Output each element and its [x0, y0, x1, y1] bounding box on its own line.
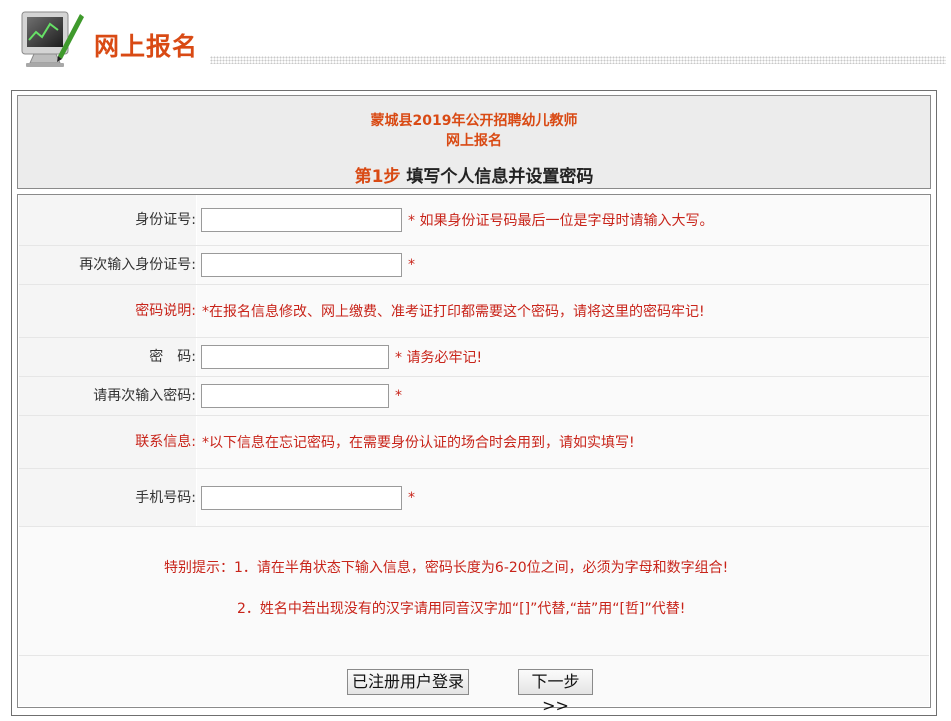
- notice-header: 蒙城县2019年公开招聘幼儿教师 网上报名 第1步 填写个人信息并设置密码: [17, 95, 931, 189]
- step-number: 第1步: [354, 167, 401, 187]
- row-id-confirm: 再次输入身份证号: *: [19, 246, 929, 285]
- phone-label: 手机号码:: [19, 469, 196, 526]
- phone-required: *: [408, 489, 415, 506]
- password-confirm-input[interactable]: [201, 384, 389, 408]
- id-number-input[interactable]: [201, 208, 402, 232]
- password-label: 密 码:: [19, 338, 196, 376]
- row-password-confirm: 请再次输入密码: *: [19, 377, 929, 416]
- monitor-chart-icon: [21, 11, 84, 67]
- id-confirm-input[interactable]: [201, 253, 402, 277]
- notice-line-1: 特别提示：1．请在半角状态下输入信息，密码长度为6-20位之间，必须为字母和数字…: [164, 560, 729, 576]
- password-description-label: 密码说明:: [19, 285, 196, 337]
- registration-form: 身份证号: * 如果身份证号码最后一位是字母时请输入大写。 再次输入身份证号: …: [17, 194, 931, 715]
- password-description-text: *在报名信息修改、网上缴费、准考证打印都需要这个密码，请将这里的密码牢记!: [202, 304, 705, 320]
- id-number-hint: * 如果身份证号码最后一位是字母时请输入大写。: [408, 213, 714, 229]
- registered-login-button[interactable]: 已注册用户登录: [347, 669, 469, 695]
- password-hint: * 请务必牢记!: [395, 350, 483, 366]
- notice-line-2: 2．姓名中若出现没有的汉字请用同音汉字加“[]”代替,“喆”用“[哲]”代替!: [237, 601, 686, 617]
- contact-info-label: 联系信息:: [19, 416, 196, 468]
- contact-info-text: *以下信息在忘记密码，在需要身份认证的场合时会用到，请如实填写!: [202, 435, 635, 451]
- row-contact-info: 联系信息: *以下信息在忘记密码，在需要身份认证的场合时会用到，请如实填写!: [19, 416, 929, 469]
- row-password: 密 码: * 请务必牢记!: [19, 338, 929, 377]
- next-step-button[interactable]: 下一步>>: [518, 669, 593, 715]
- row-password-description: 密码说明: *在报名信息修改、网上缴费、准考证打印都需要这个密码，请将这里的密码…: [19, 285, 929, 338]
- id-confirm-required: *: [408, 257, 415, 273]
- phone-input[interactable]: [201, 485, 402, 510]
- row-id-number: 身份证号: * 如果身份证号码最后一位是字母时请输入大写。: [19, 195, 929, 246]
- step-heading: 第1步 填写个人信息并设置密码: [18, 162, 930, 187]
- header-divider: [210, 56, 946, 64]
- recruitment-subtitle: 网上报名: [446, 133, 502, 149]
- password-confirm-label: 请再次输入密码:: [19, 377, 196, 415]
- recruitment-title: 蒙城县2019年公开招聘幼儿教师: [370, 113, 578, 129]
- id-confirm-label: 再次输入身份证号:: [19, 246, 196, 284]
- password-input[interactable]: [201, 345, 389, 369]
- registration-panel: 蒙城县2019年公开招聘幼儿教师 网上报名 第1步 填写个人信息并设置密码 身份…: [11, 90, 937, 716]
- row-phone: 手机号码: *: [19, 469, 929, 527]
- special-notice: 特别提示：1．请在半角状态下输入信息，密码长度为6-20位之间，必须为字母和数字…: [19, 527, 929, 656]
- id-number-label: 身份证号:: [19, 195, 196, 245]
- page-header: 网上报名: [0, 0, 951, 80]
- action-bar: 已注册用户登录 下一步>>: [19, 656, 929, 715]
- step-title: 填写个人信息并设置密码: [400, 167, 594, 187]
- page-title: 网上报名: [94, 32, 199, 61]
- password-confirm-required: *: [395, 388, 402, 404]
